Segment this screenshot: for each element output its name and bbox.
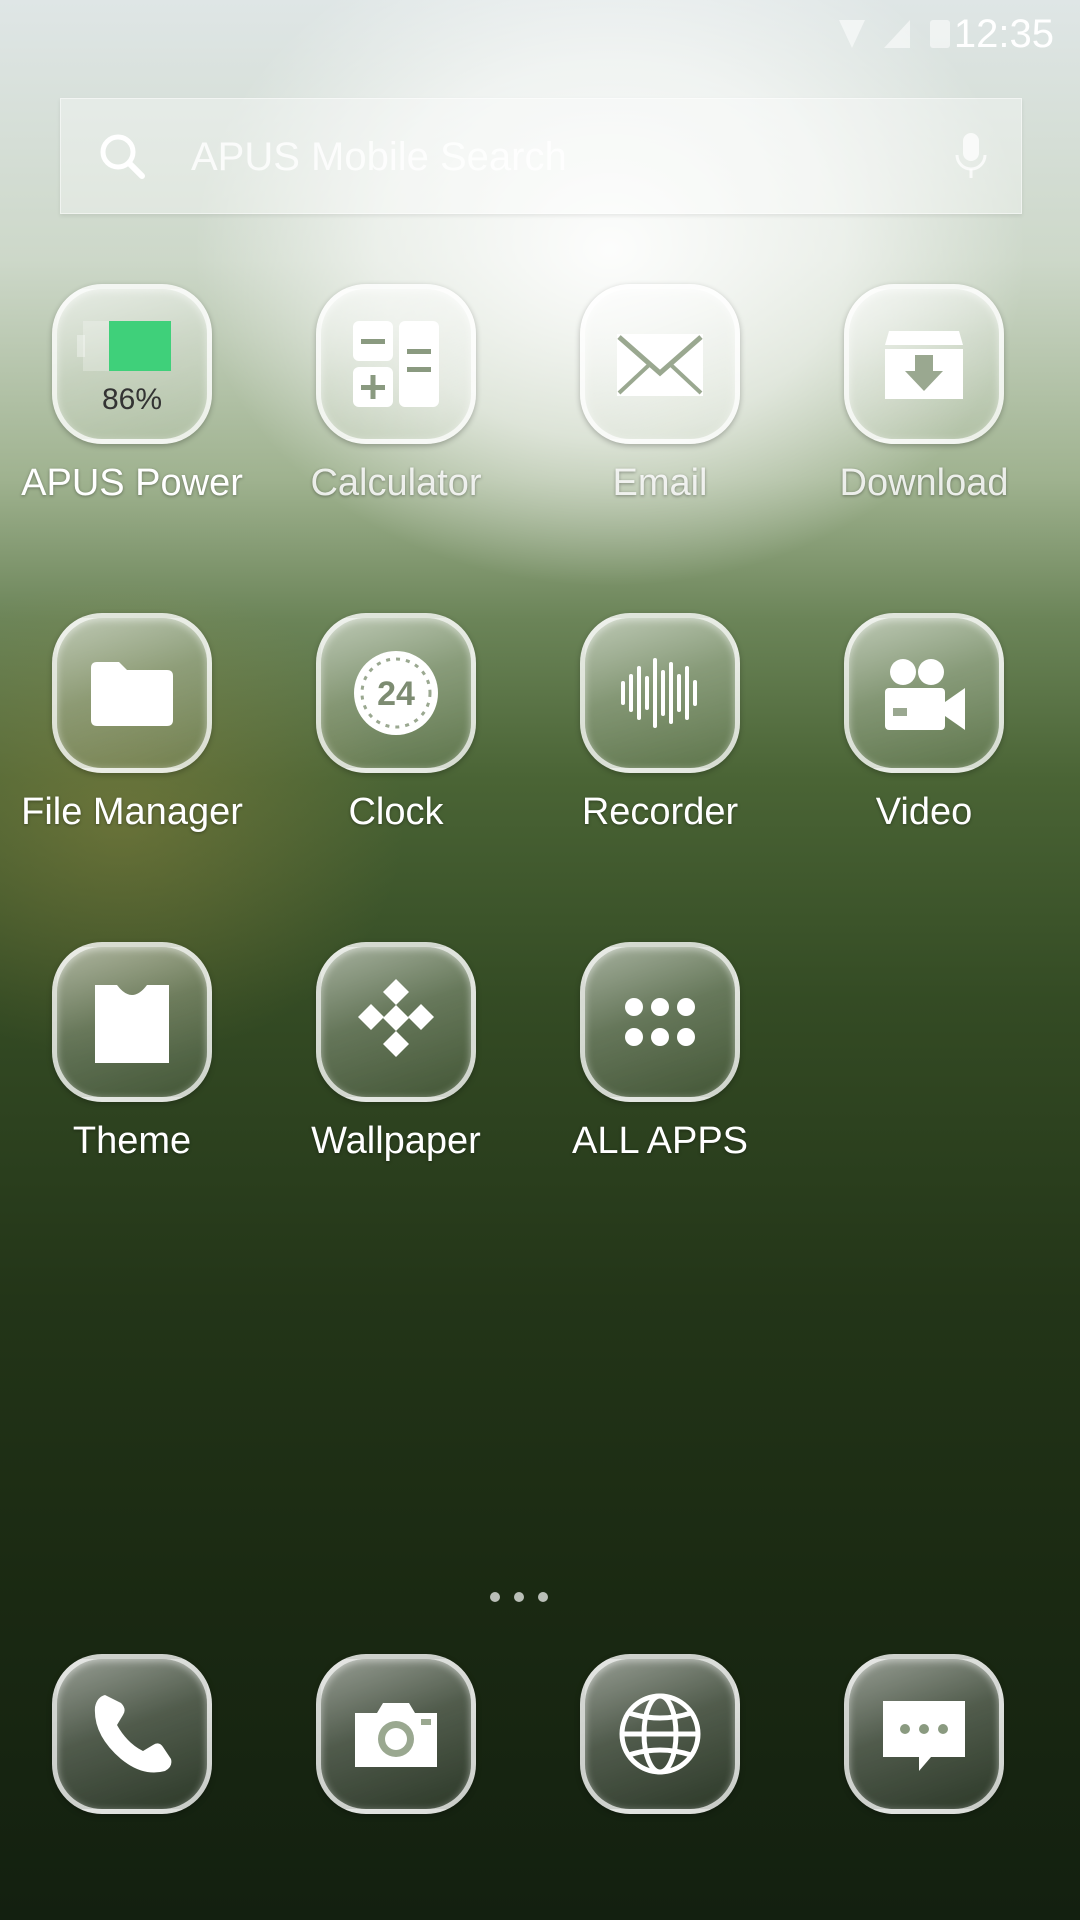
dock-messages[interactable] <box>792 1654 1056 1824</box>
dock-icon-button[interactable] <box>844 1654 1004 1814</box>
dock-icon-button[interactable] <box>52 1654 212 1814</box>
app-label: Video <box>875 791 973 833</box>
phone-icon <box>94 1695 172 1773</box>
page-dot-active <box>514 1592 524 1602</box>
app-label: Download <box>839 462 1009 504</box>
app-label: Recorder <box>581 791 739 833</box>
shirt-icon <box>95 985 169 1063</box>
signal-icon <box>884 20 910 48</box>
app-video[interactable]: Video <box>792 613 1056 873</box>
app-clock[interactable]: 24 Clock <box>264 613 528 873</box>
app-label: Email <box>612 462 708 504</box>
app-download[interactable]: Download <box>792 284 1056 544</box>
dock-phone[interactable] <box>0 1654 264 1824</box>
app-recorder[interactable]: Recorder <box>528 613 792 873</box>
app-email[interactable]: Email <box>528 284 792 544</box>
calculator-icon <box>353 321 439 407</box>
app-label: Clock <box>348 791 444 833</box>
microphone-icon[interactable] <box>951 131 991 181</box>
waveform-icon <box>621 658 697 728</box>
app-icon-button[interactable] <box>316 942 476 1102</box>
wifi-icon <box>839 20 865 48</box>
app-icon-button[interactable] <box>580 284 740 444</box>
app-wallpaper[interactable]: Wallpaper <box>264 942 528 1202</box>
video-camera-icon <box>885 659 965 730</box>
app-icon-button[interactable] <box>52 942 212 1102</box>
app-icon-button[interactable] <box>580 942 740 1102</box>
status-bar: 12:35 <box>0 0 1080 70</box>
app-file-manager[interactable]: File Manager <box>0 613 264 873</box>
battery-status-icon <box>930 20 950 48</box>
app-icon-button[interactable]: 24 <box>316 613 476 773</box>
app-icon-button[interactable] <box>316 284 476 444</box>
app-label: Calculator <box>310 462 482 504</box>
dock-camera[interactable] <box>264 1654 528 1824</box>
app-label: APUS Power <box>21 462 243 504</box>
envelope-icon <box>617 334 703 396</box>
app-label: File Manager <box>21 791 243 833</box>
app-grid-icon <box>625 998 695 1046</box>
app-icon-button[interactable] <box>580 613 740 773</box>
diamond-tiles-icon <box>358 979 434 1057</box>
app-icon-button[interactable]: 86% <box>52 284 212 444</box>
search-icon <box>100 134 145 179</box>
page-dot <box>490 1592 500 1602</box>
app-icon-button[interactable] <box>844 613 1004 773</box>
status-time: 12:35 <box>953 12 1054 56</box>
dock-icon-button[interactable] <box>580 1654 740 1814</box>
download-box-icon <box>885 331 963 399</box>
app-theme[interactable]: Theme <box>0 942 264 1202</box>
app-all-apps[interactable]: ALL APPS <box>528 942 792 1202</box>
battery-icon: 86% <box>77 321 171 416</box>
clock-text: 24 <box>377 675 415 713</box>
app-icon-button[interactable] <box>52 613 212 773</box>
app-apus-power[interactable]: 86% APUS Power <box>0 284 264 544</box>
app-label: Wallpaper <box>311 1120 481 1162</box>
camera-icon <box>355 1703 437 1767</box>
app-calculator[interactable]: Calculator <box>264 284 528 544</box>
app-label: Theme <box>72 1120 192 1162</box>
message-icon <box>883 1701 965 1771</box>
clock-24-icon: 24 <box>354 651 438 735</box>
page-indicator <box>490 1592 590 1604</box>
dock-icon-button[interactable] <box>316 1654 476 1814</box>
globe-icon <box>619 1693 701 1775</box>
battery-level-text: 86% <box>102 383 162 416</box>
app-label: ALL APPS <box>571 1120 749 1162</box>
page-dot <box>538 1592 548 1602</box>
folder-icon <box>91 662 173 726</box>
dock-browser[interactable] <box>528 1654 792 1824</box>
app-icon-button[interactable] <box>844 284 1004 444</box>
search-bar[interactable]: APUS Mobile Search <box>60 98 1022 214</box>
search-placeholder: APUS Mobile Search <box>191 135 567 179</box>
